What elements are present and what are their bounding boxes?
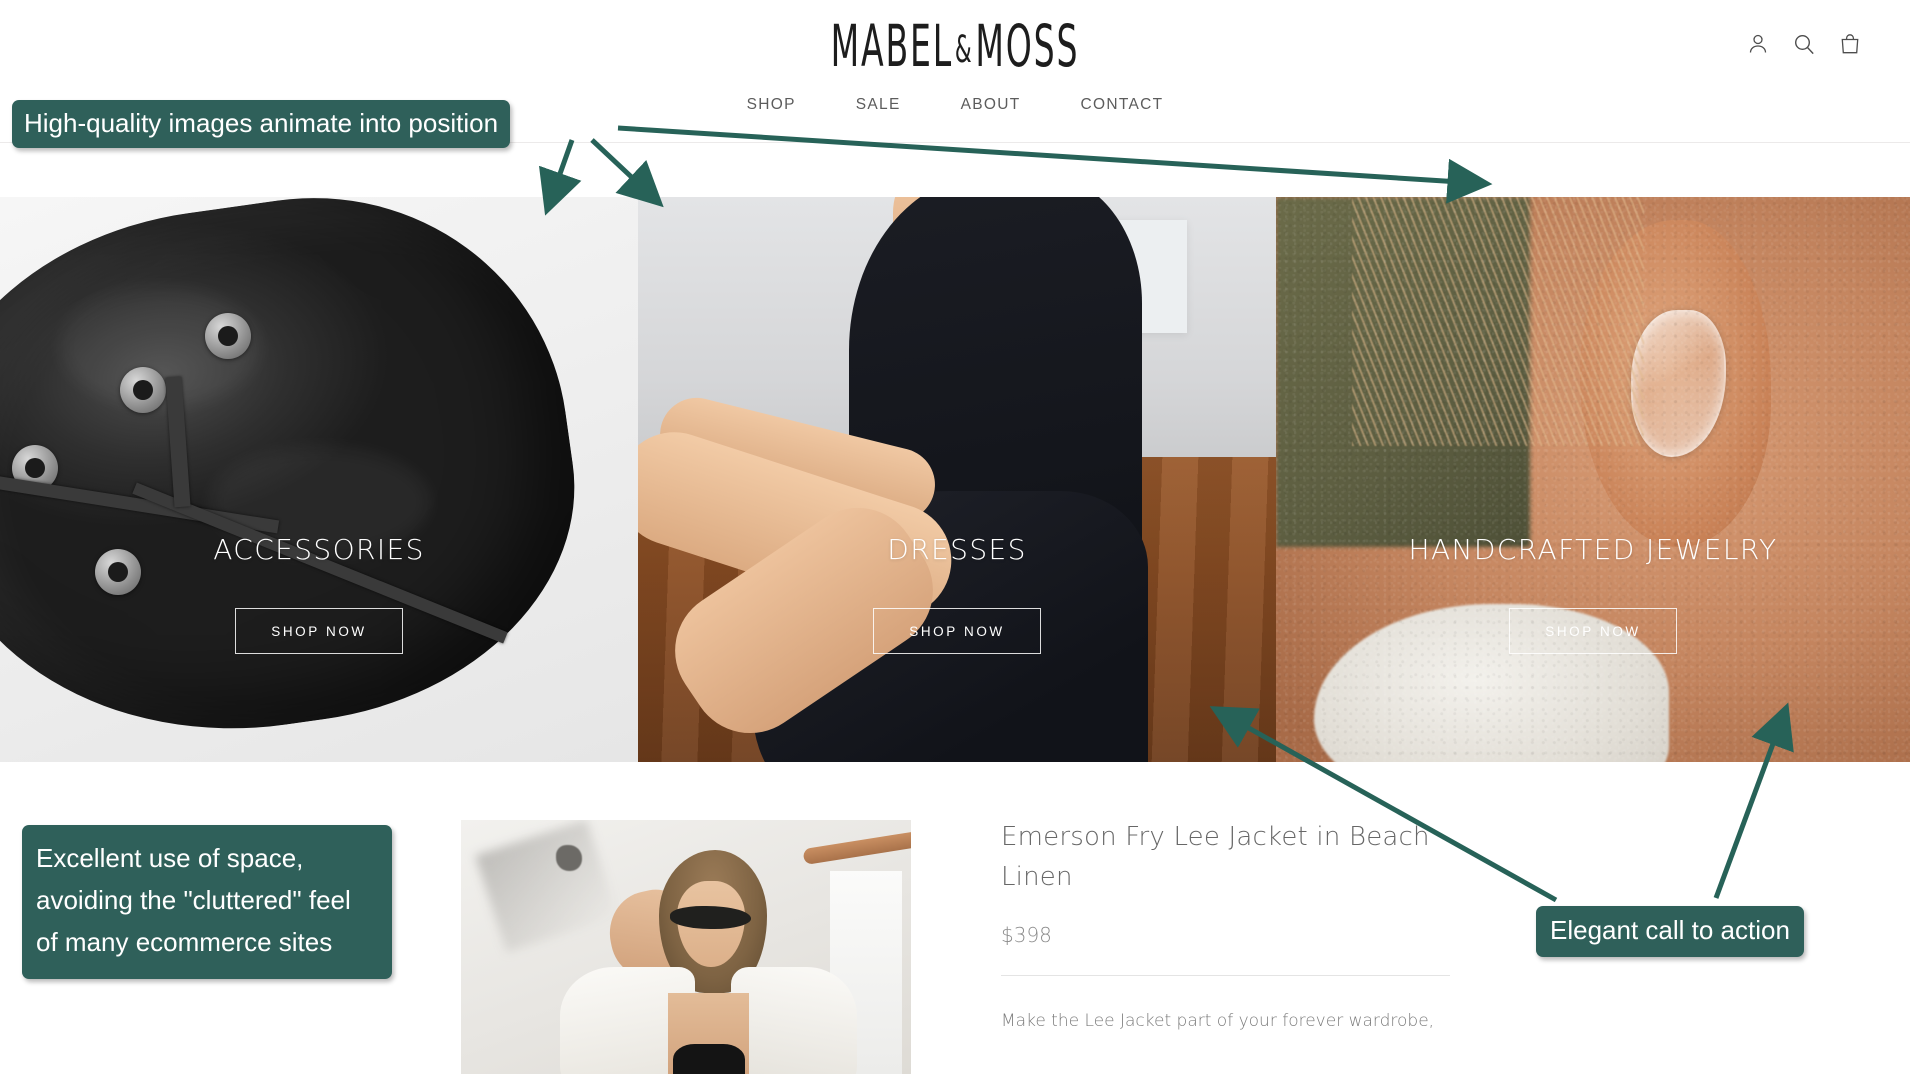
arrow-images-left [538, 139, 582, 216]
nav-item-shop[interactable]: SHOP [747, 96, 796, 114]
logo-word-1: MABEL [830, 14, 954, 81]
arrow-images-right [590, 138, 664, 208]
accessories-tile-title: ACCESSORIES [213, 533, 425, 566]
product-image[interactable] [461, 820, 911, 1074]
accessories-tile-overlay: ACCESSORIES SHOP NOW [0, 197, 638, 762]
logo-ampersand: & [954, 28, 974, 73]
product-divider [1001, 975, 1450, 976]
nav-item-sale[interactable]: SALE [856, 96, 901, 114]
cart-icon[interactable] [1838, 32, 1862, 56]
jewelry-tile-overlay: HANDCRAFTED JEWELRY SHOP NOW [1276, 197, 1910, 762]
product-price: $398 [1001, 923, 1052, 947]
product-details: Emerson Fry Lee Jacket in Beach Linen $3… [1001, 817, 1461, 1036]
search-icon[interactable] [1792, 32, 1816, 56]
jewelry-tile-title: HANDCRAFTED JEWELRY [1408, 533, 1778, 566]
category-tile-dresses[interactable]: DRESSES SHOP NOW [638, 197, 1276, 762]
accessories-shop-now-button[interactable]: SHOP NOW [235, 608, 403, 654]
category-tile-row: ACCESSORIES SHOP NOW DRESSES SHOP NOW HA… [0, 197, 1910, 762]
nav-item-contact[interactable]: CONTACT [1081, 96, 1164, 114]
page-root: MABEL&MOSS SHOP SALE ABOUT CONTACT ACCES… [0, 0, 1910, 1074]
jewelry-shop-now-button[interactable]: SHOP NOW [1509, 608, 1677, 654]
category-tile-accessories[interactable]: ACCESSORIES SHOP NOW [0, 197, 638, 762]
dresses-tile-title: DRESSES [887, 533, 1027, 566]
annotation-elegant-cta: Elegant call to action [1536, 906, 1804, 957]
product-description: Make the Lee Jacket part of your forever… [1001, 1011, 1435, 1031]
header-icon-group [1746, 32, 1862, 56]
annotation-images-animate: High-quality images animate into positio… [12, 100, 511, 148]
product-title[interactable]: Emerson Fry Lee Jacket in Beach Linen [1001, 817, 1461, 897]
category-tile-jewelry[interactable]: HANDCRAFTED JEWELRY SHOP NOW [1276, 197, 1910, 762]
annotation-use-of-space: Excellent use of space, avoiding the "cl… [22, 825, 392, 979]
site-logo[interactable]: MABEL&MOSS [76, 14, 1833, 81]
dresses-tile-overlay: DRESSES SHOP NOW [638, 197, 1276, 762]
logo-word-2: MOSS [975, 14, 1080, 81]
nav-item-about[interactable]: ABOUT [961, 96, 1021, 114]
account-icon[interactable] [1746, 32, 1770, 56]
dresses-shop-now-button[interactable]: SHOP NOW [873, 608, 1041, 654]
